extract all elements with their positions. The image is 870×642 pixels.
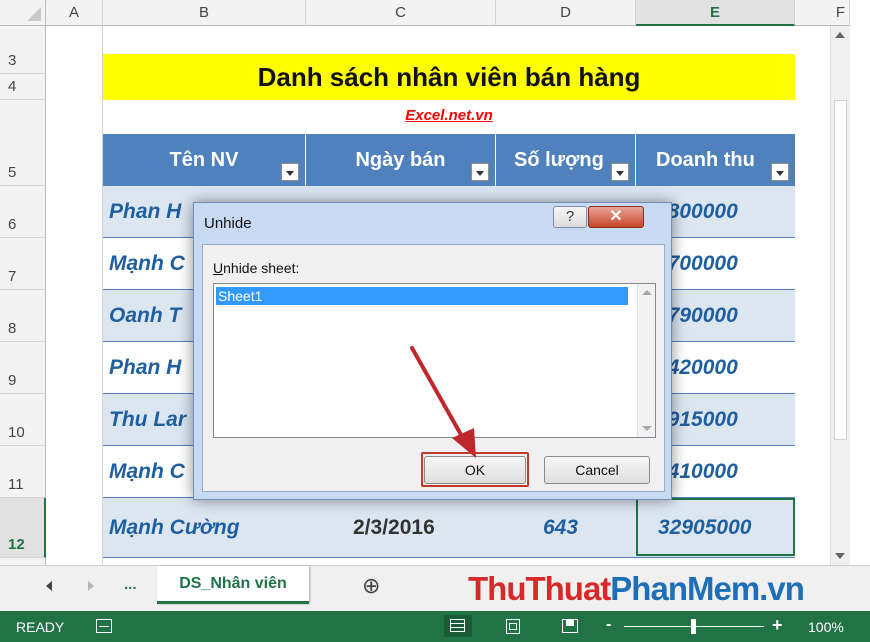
sheet-tab-ds-nhan-vien[interactable]: DS_Nhân viên (157, 566, 309, 604)
scroll-thumb[interactable] (834, 100, 847, 440)
sheet-subtitle-link: Excel.net.vn (405, 107, 493, 124)
scroll-up-icon[interactable] (642, 290, 652, 295)
column-header-c[interactable]: C (306, 0, 496, 26)
scroll-up-icon[interactable] (835, 32, 845, 38)
column-header-b[interactable]: B (103, 0, 306, 26)
row-header-13-partial[interactable] (0, 558, 46, 565)
sheet-title: Danh sách nhân viên bán hàng (257, 61, 641, 92)
cell-name[interactable]: Oanh T (109, 290, 181, 341)
row-header-6[interactable]: 6 (0, 186, 46, 238)
column-header-a[interactable]: A (46, 0, 103, 26)
vertical-scrollbar[interactable] (830, 26, 850, 565)
select-all-corner[interactable] (0, 0, 46, 26)
scroll-down-icon[interactable] (642, 426, 652, 431)
row-header-7[interactable]: 7 (0, 238, 46, 290)
cell-date[interactable]: 2/3/2016 (353, 498, 435, 558)
scroll-tabs-right-icon[interactable] (88, 581, 94, 591)
arrow-shaft (410, 346, 466, 442)
table-header-so-luong[interactable]: Số lượng (496, 134, 636, 186)
table-header-ngay-ban[interactable]: Ngày bán (306, 134, 496, 186)
sheet-title-cell[interactable]: Danh sách nhân viên bán hàng (103, 54, 795, 100)
status-bar: READY - + 100% (0, 611, 870, 642)
macro-record-icon[interactable] (96, 619, 112, 633)
header-label: Ngày bán (355, 149, 446, 171)
table-header-ten-nv[interactable]: Tên NV (103, 134, 306, 186)
row-label: 11 (8, 476, 24, 493)
help-button[interactable]: ? (553, 206, 587, 228)
filter-dropdown-icon[interactable] (771, 163, 789, 181)
zoom-slider-thumb[interactable] (691, 619, 696, 634)
watermark-part2: PhanMem (610, 570, 760, 607)
zoom-in-button[interactable]: + (772, 615, 783, 636)
filter-dropdown-icon[interactable] (281, 163, 299, 181)
grid-column-a (46, 26, 103, 565)
red-arrow-annotation (410, 346, 476, 458)
row-label: 7 (8, 268, 17, 285)
status-ready: READY (16, 619, 65, 635)
close-button[interactable]: ✕ (588, 206, 644, 228)
column-header-f[interactable]: F (795, 0, 850, 26)
more-tabs-ellipsis[interactable]: ... (124, 576, 137, 593)
dialog-title: Unhide (204, 215, 252, 232)
table-header-doanh-thu[interactable]: Doanh thu (636, 134, 795, 186)
sheet-tab-bar: ... DS_Nhân viên ⊕ ThuThuatPhanMem.vn (0, 565, 870, 611)
cancel-button[interactable]: Cancel (544, 456, 650, 484)
listbox-scrollbar[interactable] (637, 284, 655, 437)
row-header-5[interactable]: 5 (0, 100, 46, 186)
normal-view-icon[interactable] (444, 615, 472, 637)
label-text: nhide sheet: (223, 260, 300, 276)
row-label: 5 (8, 164, 17, 181)
page-layout-view-icon[interactable] (506, 619, 520, 634)
row-header-3[interactable]: 3 (0, 26, 46, 74)
sheet-subtitle-cell[interactable]: Excel.net.vn (103, 100, 795, 134)
filter-dropdown-icon[interactable] (471, 163, 489, 181)
watermark-logo: ThuThuatPhanMem.vn (468, 570, 805, 608)
cell-name[interactable]: Thu Lar (109, 394, 186, 445)
row-label: 4 (8, 78, 17, 95)
cell-quantity[interactable]: 643 (543, 498, 578, 558)
cell-name[interactable]: Mạnh Cường (109, 498, 240, 558)
row-label: 12 (8, 536, 25, 553)
column-f-label: F (835, 4, 845, 21)
zoom-out-button[interactable]: - (606, 616, 611, 634)
cell-name[interactable]: Phan H (109, 186, 181, 237)
row-label: 8 (8, 320, 17, 337)
zoom-level[interactable]: 100% (808, 619, 844, 635)
row-label: 3 (8, 52, 17, 69)
row-header-11[interactable]: 11 (0, 446, 46, 498)
cell-name[interactable]: Mạnh C (109, 446, 185, 497)
scroll-tabs-left-icon[interactable] (46, 581, 52, 591)
header-label: Số lượng (514, 149, 604, 171)
row-header-4[interactable]: 4 (0, 74, 46, 100)
row-header-12[interactable]: 12 (0, 498, 46, 558)
column-header-d[interactable]: D (496, 0, 636, 26)
header-label: Tên NV (169, 149, 239, 171)
row-label: 10 (8, 424, 25, 441)
cell-name[interactable]: Mạnh C (109, 238, 185, 289)
row-label: 9 (8, 372, 17, 389)
column-header-e[interactable]: E (636, 0, 795, 26)
list-item-sheet1[interactable]: Sheet1 (216, 287, 628, 305)
filter-dropdown-icon[interactable] (611, 163, 629, 181)
cell-revenue-selected[interactable]: 32905000 (636, 498, 795, 556)
arrow-head (452, 428, 476, 458)
row-label: 6 (8, 216, 17, 233)
page-break-view-icon[interactable] (562, 619, 578, 633)
watermark-part1: ThuThuat (468, 570, 611, 607)
row-header-8[interactable]: 8 (0, 290, 46, 342)
cell-name[interactable]: Phan H (109, 342, 181, 393)
row-header-10[interactable]: 10 (0, 394, 46, 446)
label-accesskey: U (213, 260, 224, 276)
row-header-9[interactable]: 9 (0, 342, 46, 394)
scroll-down-icon[interactable] (835, 553, 845, 559)
watermark-part3: .vn (759, 570, 805, 607)
table-row[interactable]: Mạnh Cường 2/3/2016 643 32905000 (103, 498, 795, 558)
add-sheet-icon[interactable]: ⊕ (362, 573, 380, 599)
header-label: Doanh thu (656, 149, 755, 171)
unhide-sheet-label: Unhide sheet: (213, 260, 299, 276)
